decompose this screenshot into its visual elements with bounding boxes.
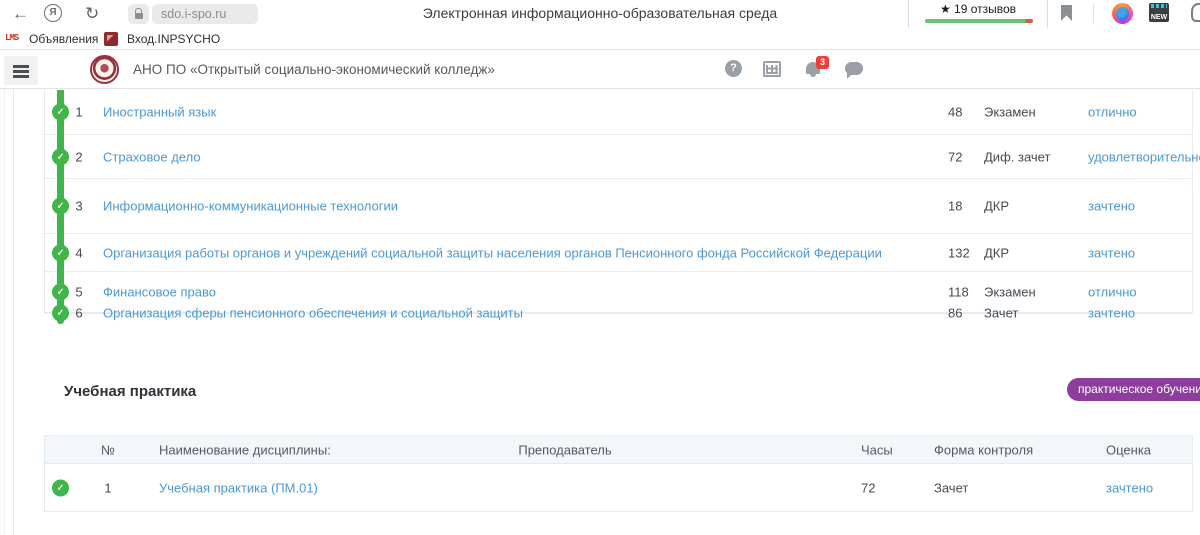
help-icon[interactable] [725,60,742,77]
table-row: 3 Информационно-коммуникационные техноло… [45,179,1192,234]
discipline-link[interactable]: Организация работы органов и учреждений … [103,243,893,263]
row-number: 1 [71,105,87,120]
table-row: 1 Учебная практика (ПМ.01) 72 Зачет зачт… [45,464,1192,511]
completed-check-icon [52,284,69,301]
hours-value: 132 [948,245,970,260]
extension-hand-icon[interactable] [1191,3,1200,22]
discipline-link[interactable]: Организация сферы пенсионного обеспечени… [103,303,893,323]
discipline-link[interactable]: Финансовое право [103,282,893,302]
hours-value: 18 [948,199,962,214]
control-form: Экзамен [984,105,1036,120]
extension-new-icon[interactable]: NEW [1149,3,1169,22]
back-icon[interactable]: ← [12,2,29,26]
disciplines-table: 1 Иностранный язык 48 Экзамен отлично 2 … [44,90,1193,314]
reviews-label: ★ 19 отзывов [909,2,1047,16]
main-content: 1 Иностранный язык 48 Экзамен отлично 2 … [0,89,1200,535]
row-number: 4 [71,245,87,260]
bookmark-announcements[interactable]: Объявления [29,32,98,46]
control-form: Диф. зачет [984,149,1050,164]
completed-check-icon [52,244,69,261]
row-number: 6 [71,306,87,321]
reload-icon[interactable]: ↻ [85,2,99,26]
notifications-count-badge: 3 [816,56,829,69]
control-form: Экзамен [984,285,1036,300]
row-number: 3 [71,199,87,214]
row-number: 1 [100,480,116,495]
screen: ← Я ↻ sdo.i-spo.ru Электронная информаци… [0,0,1200,535]
header-discipline: Наименование дисциплины: [159,442,331,457]
row-number: 2 [71,149,87,164]
discipline-link[interactable]: Информационно-коммуникационные технологи… [103,196,893,216]
hours-value: 86 [948,306,962,321]
control-form: Зачет [984,306,1018,321]
header-num: № [100,442,116,457]
grade-link[interactable]: отлично [1088,285,1137,300]
menu-hamburger-button[interactable] [4,56,38,85]
reviews-rating-bar [925,19,1033,23]
discipline-link[interactable]: Учебная практика (ПМ.01) [159,480,318,495]
college-logo[interactable] [90,55,119,84]
page-edge-divider [13,89,14,535]
control-form: Зачет [934,480,968,495]
grade-link[interactable]: зачтено [1088,245,1135,260]
hours-value: 48 [948,105,962,120]
discipline-link[interactable]: Страховое дело [103,147,893,167]
reviews-button[interactable]: ★ 19 отзывов [908,0,1048,28]
section-title: Учебная практика [64,383,196,400]
hours-value: 118 [948,285,969,300]
college-title: АНО ПО «Открытый социально-экономический… [133,62,495,77]
table-header-row: № Наименование дисциплины: Преподаватель… [45,436,1192,464]
completed-check-icon [52,479,69,496]
grade-link[interactable]: зачтено [1088,306,1135,321]
grade-link[interactable]: отлично [1088,105,1137,120]
completed-check-icon [52,148,69,165]
extension-color-icon[interactable] [1112,3,1133,24]
page-edge-divider [4,89,5,535]
lms-favicon: LMS [5,33,18,43]
header-teacher: Преподаватель [425,442,705,457]
new-badge-label: NEW [1149,14,1169,21]
yandex-browser-icon[interactable]: Я [44,4,62,22]
lock-icon [135,13,143,19]
table-row: 1 Иностранный язык 48 Экзамен отлично [45,90,1192,135]
grade-link[interactable]: удовлетворительно [1088,149,1200,164]
bookmark-flag-icon[interactable] [1061,5,1072,21]
hours-value: 72 [861,480,875,495]
crest-favicon [104,32,118,46]
practice-badge: практическое обучение [1067,378,1200,401]
completed-check-icon [52,104,69,121]
grade-link[interactable]: зачтено [1088,199,1135,214]
grade-link[interactable]: зачтено [1106,480,1153,495]
table-row: 4 Организация работы органов и учреждени… [45,234,1192,272]
toolbar-divider [1093,4,1094,23]
control-form: ДКР [984,245,1009,260]
browser-toolbar: ← Я ↻ sdo.i-spo.ru Электронная информаци… [0,0,1200,28]
discipline-link[interactable]: Иностранный язык [103,102,893,122]
secure-lock-chip[interactable] [128,4,149,24]
address-bar[interactable]: sdo.i-spo.ru [152,4,258,24]
header-control: Форма контроля [934,442,1033,457]
bookmarks-bar: LMS Объявления Вход.INPSYCHO [0,28,1200,50]
control-form: ДКР [984,199,1009,214]
tab-title: Электронная информационно-образовательна… [350,5,850,21]
header-grade: Оценка [1106,442,1151,457]
completed-check-icon [52,305,69,322]
calendar-icon[interactable] [763,61,781,77]
header-hours: Часы [861,442,893,457]
app-header: АНО ПО «Открытый социально-экономический… [0,50,1200,89]
hours-value: 72 [948,149,962,164]
messages-icon[interactable] [845,62,863,75]
bookmark-login-inpsycho[interactable]: Вход.INPSYCHO [127,32,220,46]
practice-table: № Наименование дисциплины: Преподаватель… [44,435,1193,512]
row-number: 5 [71,285,87,300]
completed-check-icon [52,198,69,215]
table-row: 2 Страховое дело 72 Диф. зачет удовлетво… [45,135,1192,179]
